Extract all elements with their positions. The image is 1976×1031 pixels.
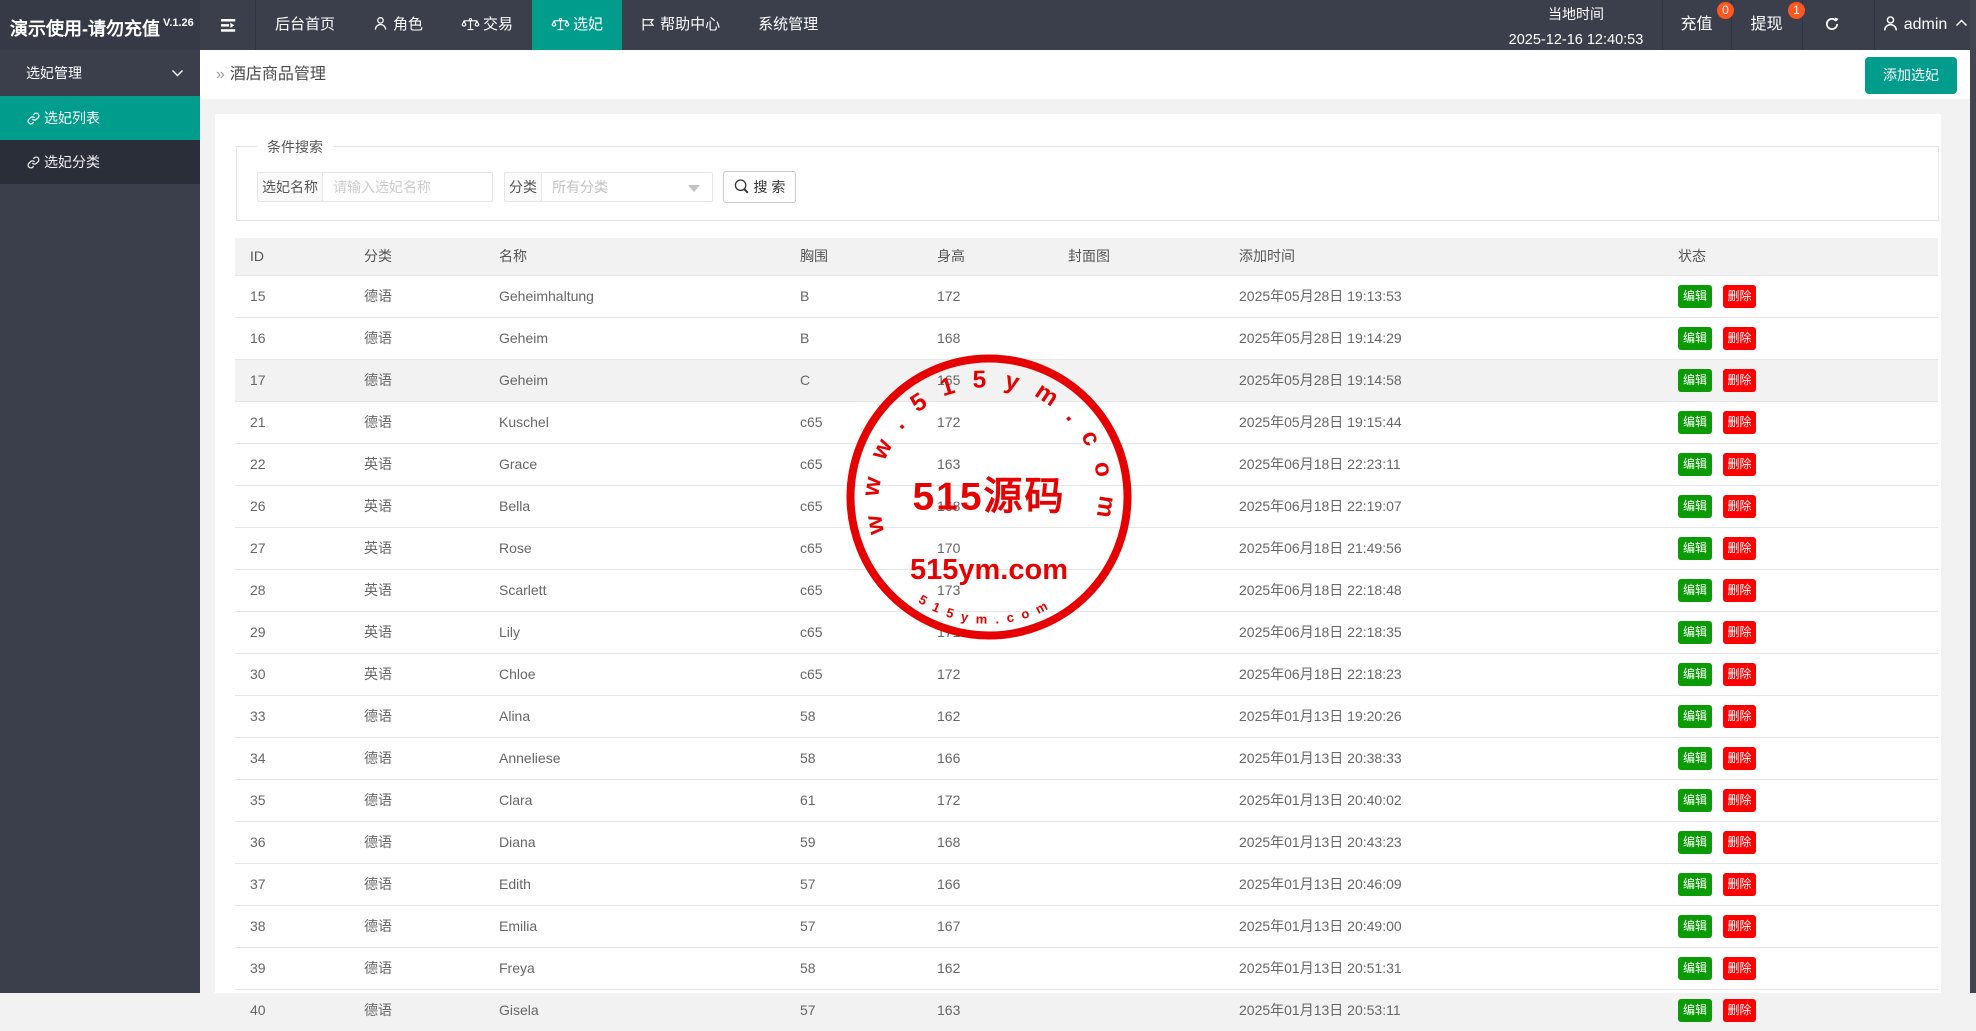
- svg-text:515源码: 515源码: [912, 476, 1065, 519]
- svg-text:515ym.com: 515ym.com: [910, 554, 1068, 586]
